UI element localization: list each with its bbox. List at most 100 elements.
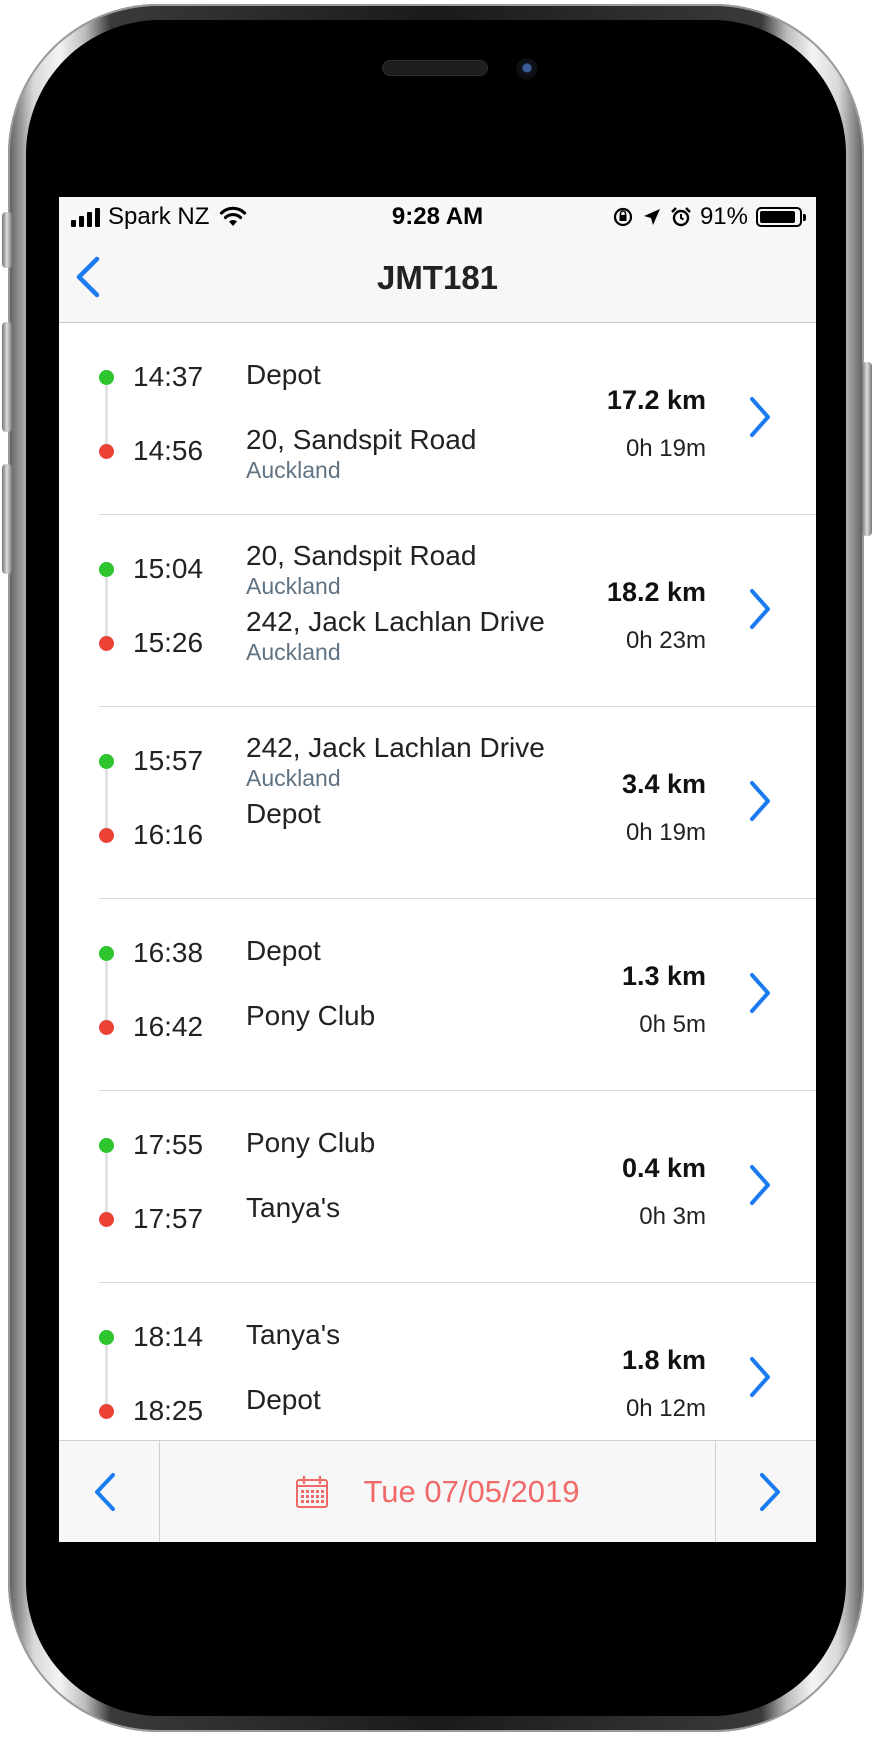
trip-row[interactable]: 18:14 18:25 Tanya's Depot 1.8 km 0h 12m — [59, 1283, 816, 1439]
end-time: 14:56 — [133, 435, 204, 466]
chevron-right-icon — [760, 1473, 780, 1511]
start-point-dot — [99, 946, 114, 961]
trip-duration: 0h 12m — [625, 1395, 706, 1422]
route-line — [105, 385, 108, 444]
end-location: Tanya's — [246, 1191, 576, 1225]
start-time: 14:37 — [133, 361, 204, 392]
trip-distance: 18.2 km — [606, 577, 706, 607]
end-time: 17:57 — [133, 1203, 204, 1234]
trip-duration: 0h 19m — [625, 435, 706, 462]
start-location: Depot — [246, 358, 576, 392]
end-time: 15:26 — [133, 627, 204, 658]
chevron-right-icon — [750, 1357, 770, 1397]
end-location-name: Tanya's — [246, 1192, 341, 1223]
trip-duration: 0h 19m — [625, 819, 706, 846]
trip-distance: 3.4 km — [621, 769, 706, 799]
start-location-name: Depot — [246, 935, 321, 966]
end-location-name: Depot — [246, 1384, 321, 1415]
front-camera — [516, 58, 538, 80]
trip-row[interactable]: 16:38 16:42 Depot Pony Club 1.3 km 0h 5m — [59, 899, 816, 1091]
trip-row[interactable]: 14:37 14:56 Depot 20, Sandspit Road Auck… — [59, 323, 816, 515]
earpiece-speaker — [383, 61, 487, 75]
next-day-button[interactable] — [715, 1441, 816, 1542]
trip-distance: 17.2 km — [606, 385, 706, 415]
start-point-dot — [99, 754, 114, 769]
side-button-mute — [2, 212, 12, 268]
side-button-volume-up — [2, 322, 12, 432]
end-point-dot — [99, 1404, 114, 1419]
start-location: Pony Club — [246, 1126, 576, 1160]
chevron-right-icon — [750, 589, 770, 629]
battery-percentage: 91% — [699, 203, 748, 230]
end-location: Depot — [246, 797, 576, 831]
side-button-power — [862, 362, 872, 536]
route-line — [105, 1153, 108, 1212]
side-button-volume-down — [2, 464, 12, 574]
end-location-name: Depot — [246, 798, 321, 829]
end-location: 242, Jack Lachlan Drive Auckland — [246, 605, 576, 665]
start-location-name: Pony Club — [246, 1127, 376, 1158]
alarm-icon — [671, 207, 691, 227]
start-location-name: 20, Sandspit Road — [246, 540, 477, 571]
chevron-left-icon — [95, 1473, 115, 1511]
end-time: 16:42 — [133, 1011, 204, 1042]
device-frame-stage: Spark NZ 9:28 AM 91% JMT181 14:37 14:56 … — [0, 0, 874, 1740]
end-location-city: Auckland — [246, 457, 341, 483]
end-location: Pony Club — [246, 999, 576, 1033]
trip-row[interactable]: 15:57 16:16 242, Jack Lachlan Drive Auck… — [59, 707, 816, 899]
page-title: JMT181 — [376, 259, 499, 296]
route-line — [105, 577, 108, 636]
trip-row[interactable]: 15:04 15:26 20, Sandspit Road Auckland 2… — [59, 515, 816, 707]
start-location-name: Depot — [246, 359, 321, 390]
end-location-name: Pony Club — [246, 1000, 376, 1031]
location-arrow-icon — [643, 209, 660, 225]
start-location: 242, Jack Lachlan Drive Auckland — [246, 731, 576, 791]
end-location-name: 20, Sandspit Road — [246, 424, 477, 455]
trip-distance: 1.8 km — [621, 1345, 706, 1375]
end-location-name: 242, Jack Lachlan Drive — [246, 606, 545, 637]
previous-day-button[interactable] — [59, 1441, 160, 1542]
chevron-right-icon — [750, 397, 770, 437]
start-location: Depot — [246, 934, 576, 968]
end-location: Depot — [246, 1383, 576, 1417]
start-time: 16:38 — [133, 937, 204, 968]
trip-distance: 0.4 km — [621, 1153, 706, 1183]
start-time: 15:57 — [133, 745, 204, 776]
start-point-dot — [99, 1138, 114, 1153]
trip-duration: 0h 5m — [639, 1011, 706, 1038]
end-location: 20, Sandspit Road Auckland — [246, 423, 576, 483]
navigation-bar: JMT181 — [59, 237, 816, 323]
route-line — [105, 769, 108, 828]
start-point-dot — [99, 1330, 114, 1345]
end-point-dot — [99, 1212, 114, 1227]
start-time: 15:04 — [133, 553, 204, 584]
trip-duration: 0h 23m — [625, 627, 706, 654]
status-bar: Spark NZ 9:28 AM 91% — [59, 197, 816, 237]
start-location: 20, Sandspit Road Auckland — [246, 539, 576, 599]
end-location-city: Auckland — [246, 639, 341, 665]
trip-list: 14:37 14:56 Depot 20, Sandspit Road Auck… — [59, 323, 816, 1439]
orientation-lock-icon — [613, 207, 633, 227]
app-screen: Spark NZ 9:28 AM 91% JMT181 14:37 14:56 … — [59, 197, 816, 1542]
selected-date: Tue 07/05/2019 — [363, 1474, 580, 1509]
end-time: 16:16 — [133, 819, 204, 850]
end-point-dot — [99, 828, 114, 843]
start-point-dot — [99, 370, 114, 385]
date-navigator: Tue 07/05/2019 — [59, 1440, 816, 1542]
start-location: Tanya's — [246, 1318, 576, 1352]
date-picker-button[interactable]: Tue 07/05/2019 — [160, 1441, 715, 1542]
route-line — [105, 961, 108, 1020]
start-location-name: Tanya's — [246, 1319, 341, 1350]
chevron-right-icon — [750, 1165, 770, 1205]
chevron-right-icon — [750, 973, 770, 1013]
end-point-dot — [99, 1020, 114, 1035]
battery-tip — [803, 214, 806, 221]
start-location-city: Auckland — [246, 573, 341, 599]
start-time: 18:14 — [133, 1321, 204, 1352]
calendar-icon — [296, 1475, 329, 1508]
status-bar-right: 91% — [612, 203, 806, 231]
trip-row[interactable]: 17:55 17:57 Pony Club Tanya's 0.4 km 0h … — [59, 1091, 816, 1283]
trip-duration: 0h 3m — [639, 1203, 706, 1230]
end-point-dot — [99, 636, 114, 651]
route-line — [105, 1345, 108, 1404]
